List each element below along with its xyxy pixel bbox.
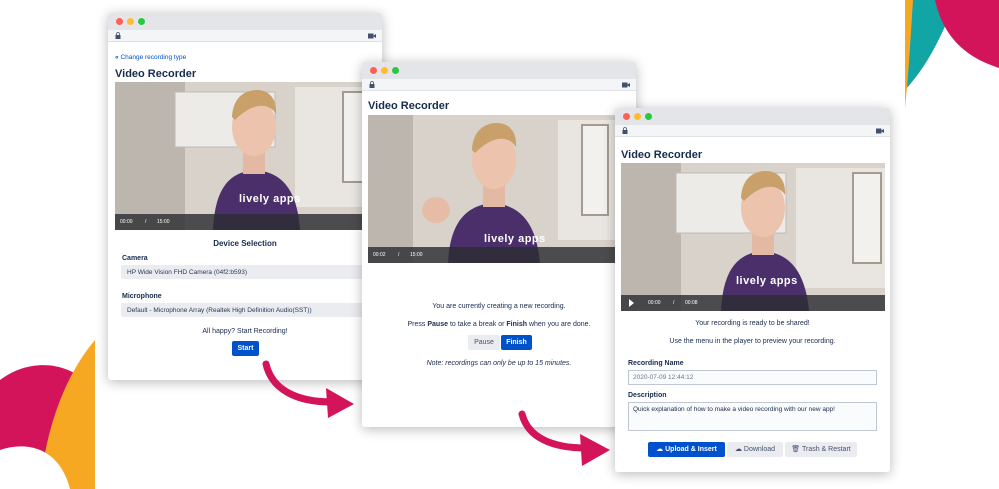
video-camera-icon — [876, 128, 884, 134]
total-time: 00:08 — [685, 300, 698, 306]
window-recording-ready: Video Recorder lively apps 00:00 / 00:08… — [615, 108, 890, 472]
maximize-dot-icon[interactable] — [138, 18, 145, 25]
preview-hint: Use the menu in the player to preview yo… — [669, 338, 836, 345]
video-controls[interactable]: 00:00 / 15:00 — [115, 214, 382, 230]
camera-label: Camera — [122, 255, 148, 262]
lock-icon — [622, 127, 628, 134]
current-time: 00:00 — [648, 300, 661, 306]
microphone-label: Microphone — [122, 293, 162, 300]
trash-restart-button[interactable]: 🗑 Trash & Restart — [785, 442, 857, 457]
maximize-dot-icon[interactable] — [392, 67, 399, 74]
title-bar — [108, 13, 382, 30]
cloud-upload-icon: ☁ — [656, 446, 664, 453]
time-separator: / — [398, 252, 400, 258]
trash-icon: 🗑 — [791, 446, 801, 453]
address-bar — [362, 79, 636, 91]
arrow-step-2-to-3 — [518, 410, 610, 466]
finish-button[interactable]: Finish — [501, 335, 532, 350]
close-dot-icon[interactable] — [116, 18, 123, 25]
time-separator: / — [145, 219, 147, 225]
recording-name-input[interactable]: 2020-07-09 12:44:12 — [628, 370, 877, 385]
pause-button[interactable]: Pause — [468, 335, 500, 350]
recording-status: You are currently creating a new recordi… — [432, 303, 566, 310]
microphone-select[interactable]: Default - Microphone Array (Realtek High… — [121, 303, 382, 317]
total-time: 15:00 — [157, 219, 170, 225]
device-selection-heading: Device Selection — [213, 239, 277, 248]
length-note: Note: recordings can only be up to 15 mi… — [426, 360, 572, 367]
arrow-step-1-to-2 — [262, 360, 354, 418]
time-separator: / — [673, 300, 675, 306]
shirt-logo-text: lively apps — [239, 193, 301, 205]
video-player[interactable]: lively apps 00:00 / 00:08 — [621, 163, 885, 311]
play-icon[interactable] — [629, 299, 634, 307]
window-recording: Video Recorder lively apps 00:02 / 15:00… — [362, 62, 636, 427]
shirt-logo-text: lively apps — [736, 275, 798, 287]
title-bar — [615, 108, 890, 125]
start-button[interactable]: Start — [232, 341, 259, 356]
total-time: 15:00 — [410, 252, 423, 258]
video-controls[interactable]: 00:02 / 15:00 — [368, 247, 616, 263]
recording-name-label: Recording Name — [628, 360, 684, 367]
page-title: Video Recorder — [368, 100, 450, 112]
lock-icon — [115, 32, 121, 39]
page-title: Video Recorder — [621, 149, 703, 161]
minimize-dot-icon[interactable] — [381, 67, 388, 74]
page-title: Video Recorder — [115, 68, 197, 80]
close-dot-icon[interactable] — [623, 113, 630, 120]
double-chevron-left-icon: « — [115, 54, 119, 61]
shirt-logo-text: lively apps — [484, 233, 546, 245]
window-device-selection: « Change recording type Video Recorder l… — [108, 13, 382, 380]
title-bar — [362, 62, 636, 79]
description-textarea[interactable]: Quick explanation of how to make a video… — [628, 402, 877, 431]
start-prompt: All happy? Start Recording! — [202, 328, 288, 335]
lock-icon — [369, 81, 375, 88]
video-camera-icon — [368, 33, 376, 39]
maximize-dot-icon[interactable] — [645, 113, 652, 120]
change-recording-type-link[interactable]: « Change recording type — [115, 54, 186, 61]
address-bar — [108, 30, 382, 42]
cloud-download-icon: ☁ — [734, 446, 742, 453]
close-dot-icon[interactable] — [370, 67, 377, 74]
upload-insert-button[interactable]: ☁ Upload & Insert — [648, 442, 725, 457]
video-controls[interactable]: 00:00 / 00:08 — [621, 295, 885, 311]
video-preview[interactable]: lively apps 00:00 / 15:00 — [115, 82, 382, 230]
address-bar — [615, 125, 890, 137]
minimize-dot-icon[interactable] — [634, 113, 641, 120]
webcam-scene — [115, 82, 382, 230]
camera-select[interactable]: HP Wide Vision FHD Camera (04f2:b593) — [121, 265, 382, 279]
minimize-dot-icon[interactable] — [127, 18, 134, 25]
description-label: Description — [628, 392, 667, 399]
ready-message: Your recording is ready to be shared! — [695, 320, 810, 327]
current-time: 00:02 — [373, 252, 386, 258]
webcam-scene — [621, 163, 885, 311]
current-time: 00:00 — [120, 219, 133, 225]
video-preview[interactable]: lively apps 00:02 / 15:00 — [368, 115, 616, 263]
video-camera-icon — [622, 82, 630, 88]
decorative-shape-top-right — [905, 0, 999, 108]
recording-instructions: Press Pause to take a break or Finish wh… — [407, 321, 591, 328]
download-button[interactable]: ☁ Download — [727, 442, 783, 457]
decorative-shape-bottom-left — [0, 340, 95, 489]
